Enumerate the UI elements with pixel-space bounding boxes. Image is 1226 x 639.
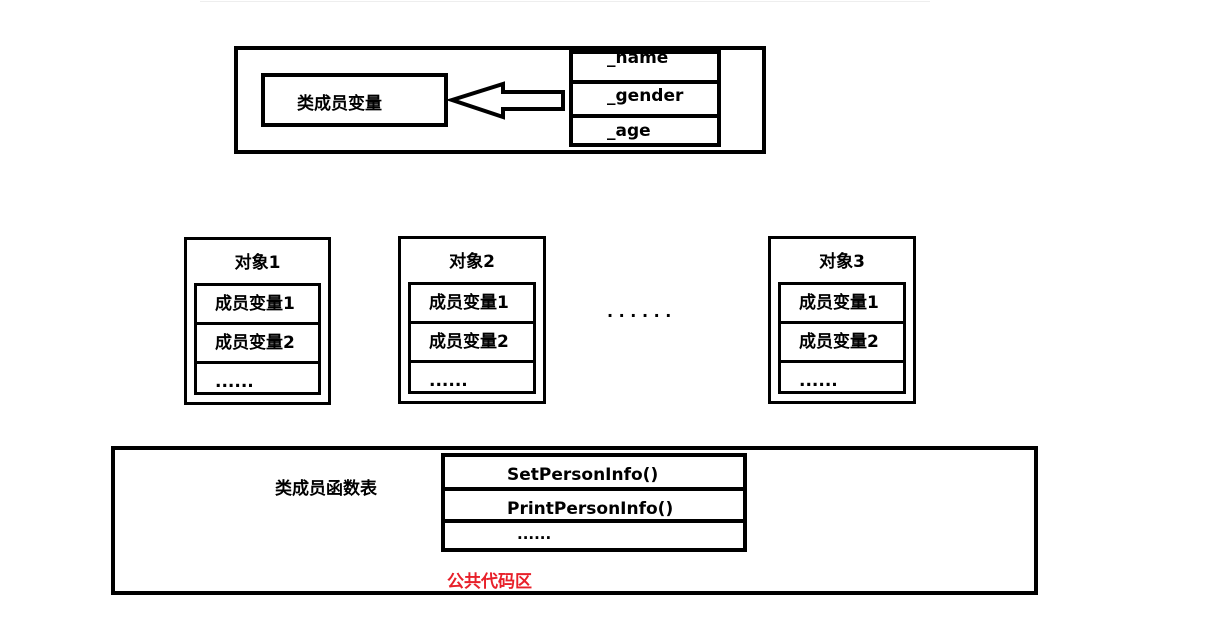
field-row: _gender [573,84,717,118]
object-title: 对象1 [234,253,281,273]
diagram-canvas: 类成员变量 _name _gender _age 对象1 成员变量1 成员变量2… [0,0,1226,639]
fields-list: _name _gender _age [569,48,721,147]
object-members: 成员变量1 成员变量2 ...... [408,282,536,394]
object-members: 成员变量1 成员变量2 ...... [194,283,321,395]
member-row: 成员变量2 [197,325,318,364]
object-title: 对象3 [819,252,865,272]
field-row: _name [573,48,717,84]
member-row: ...... [799,371,838,391]
member-row: 成员变量2 [411,324,533,363]
member-vars-label: 类成员变量 [297,94,382,114]
member-row: 成员变量1 [781,285,903,324]
function-row: ...... [517,525,552,543]
member-row: ...... [215,372,254,392]
function-row: PrintPersonInfo() [445,491,743,523]
member-row: 成员变量1 [411,285,533,324]
top-divider [200,1,930,2]
member-row: 成员变量2 [781,324,903,363]
ellipsis: · · · · · · [607,306,672,325]
public-code-area-label: 公共代码区 [447,572,532,592]
arrow-left-icon [448,81,565,120]
object-1: 对象1 成员变量1 成员变量2 ...... [184,237,331,405]
object-2: 对象2 成员变量1 成员变量2 ...... [398,236,546,404]
function-table: SetPersonInfo() PrintPersonInfo() ...... [441,453,747,552]
member-row: ...... [429,371,468,391]
function-row: SetPersonInfo() [445,457,743,491]
field-row: _age [607,121,651,141]
member-vars-box: 类成员变量 [261,73,448,127]
member-row: 成员变量1 [197,286,318,325]
object-3: 对象3 成员变量1 成员变量2 ...... [768,236,916,404]
object-title: 对象2 [449,252,495,272]
object-members: 成员变量1 成员变量2 ...... [778,282,906,394]
func-table-label: 类成员函数表 [275,479,377,499]
